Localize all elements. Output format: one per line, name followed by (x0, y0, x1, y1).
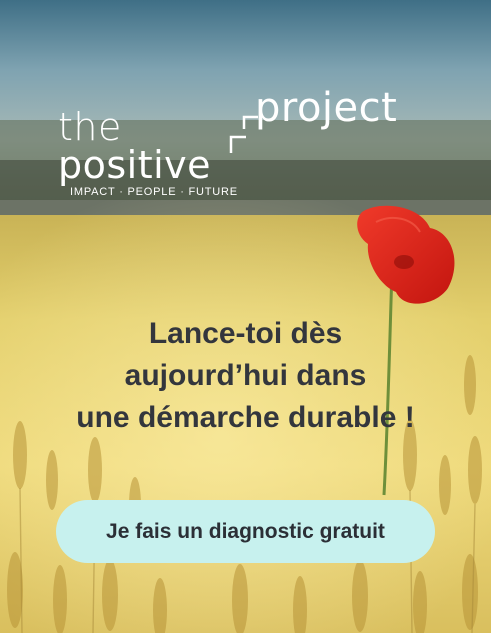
logo-tagline: IMPACT · PEOPLE · FUTURE (70, 186, 238, 198)
headline-line-1: Lance-toi dès (148, 317, 343, 350)
logo-word-project: project (255, 85, 398, 131)
logo-bracket-icon (229, 115, 258, 153)
headline-line-3: une démarche durable ! (76, 401, 415, 434)
free-diagnostic-button[interactable]: Je fais un diagnostic gratuit (56, 500, 435, 563)
ad-banner[interactable]: the positive project IMPACT · PEOPLE · F… (0, 0, 491, 633)
headline: Lance-toi dès aujourd’hui dans une démar… (0, 313, 491, 439)
the-positive-project-logo: the positive project IMPACT · PEOPLE · F… (55, 88, 445, 206)
logo-word-the: the (58, 105, 122, 149)
logo-word-positive: positive (58, 143, 212, 187)
headline-line-2: aujourd’hui dans (124, 359, 367, 392)
